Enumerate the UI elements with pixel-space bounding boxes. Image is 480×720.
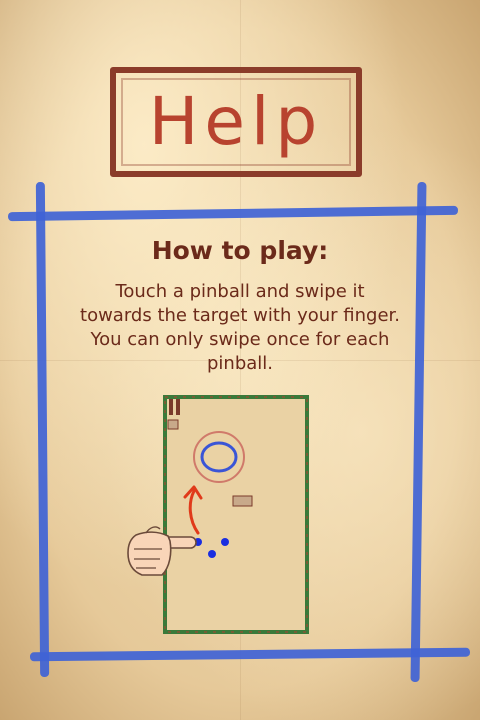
score-bar [176,399,180,415]
page-title: Help [148,83,324,160]
pinball [221,538,229,546]
table-surface [163,395,309,634]
example-table-drawing [163,395,309,634]
table-icon [167,419,179,430]
instructions-text: Touch a pinball and swipe it towards the… [80,281,400,374]
pinball [208,550,216,558]
example-table [163,395,309,634]
how-to-play-heading: How to play: [151,236,329,265]
pointing-hand-icon [127,526,197,576]
obstacle-block [232,495,253,507]
score-bar [169,399,173,415]
title-frame: Help [110,67,362,177]
